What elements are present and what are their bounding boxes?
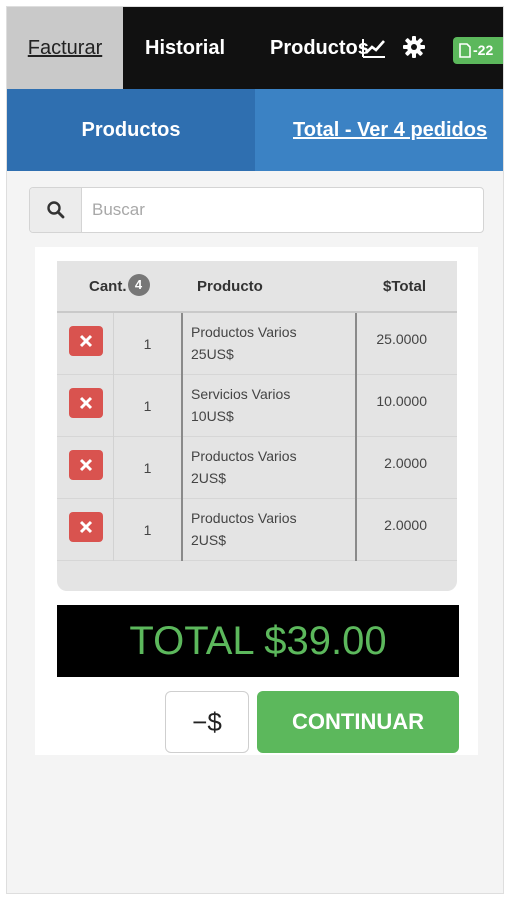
product-name: Servicios Varios: [191, 386, 291, 402]
product-price: 2US$: [191, 470, 227, 486]
table-row: 1 Productos Varios 2US$ 2.0000: [57, 437, 457, 499]
close-icon: [79, 396, 93, 410]
close-icon: [79, 520, 93, 534]
row-total: 2.0000: [355, 437, 457, 499]
chart-line-icon[interactable]: [361, 35, 387, 61]
row-delete-cell: [57, 499, 113, 561]
search-icon: [47, 201, 65, 219]
remove-item-button[interactable]: [69, 388, 103, 418]
row-product: Productos Varios 2US$: [181, 499, 355, 561]
cart-panel: Cant. 4 Producto $Total 1 Productos Vari…: [35, 247, 478, 755]
row-delete-cell: [57, 375, 113, 437]
table-row: 1 Productos Varios 2US$ 2.0000: [57, 499, 457, 561]
product-price: 10US$: [191, 408, 234, 424]
row-product: Productos Varios 25US$: [181, 313, 355, 375]
table-row: 1 Servicios Varios 10US$ 10.0000: [57, 375, 457, 437]
row-qty[interactable]: 1: [113, 437, 181, 499]
product-price: 2US$: [191, 532, 227, 548]
row-total: 25.0000: [355, 313, 457, 375]
row-total: 10.0000: [355, 375, 457, 437]
product-name: Productos Varios: [191, 448, 297, 464]
badge-text: -22: [473, 42, 494, 58]
tab-productos[interactable]: Productos: [270, 7, 369, 89]
row-delete-cell: [57, 437, 113, 499]
row-qty[interactable]: 1: [113, 499, 181, 561]
table-header: Cant. 4 Producto $Total: [57, 261, 457, 313]
subtab-productos[interactable]: Productos: [7, 89, 255, 171]
document-icon: [459, 43, 471, 58]
orders-badge[interactable]: -22: [453, 37, 503, 64]
row-delete-cell: [57, 313, 113, 375]
column-header-product: Producto: [197, 278, 263, 295]
product-price: 25US$: [191, 346, 234, 362]
tab-facturar[interactable]: Facturar: [7, 7, 123, 89]
column-header-total: $Total: [383, 278, 427, 295]
search-input[interactable]: [92, 188, 472, 232]
row-qty[interactable]: 1: [113, 375, 181, 437]
product-name: Productos Varios: [191, 510, 297, 526]
app-frame: Facturar Historial Productos -22 Product…: [6, 6, 504, 894]
sub-navbar: Productos Total - Ver 4 pedidos: [7, 89, 503, 171]
close-icon: [79, 458, 93, 472]
row-qty[interactable]: 1: [113, 313, 181, 375]
search-bar: [29, 187, 484, 233]
row-product: Productos Varios 2US$: [181, 437, 355, 499]
remove-item-button[interactable]: [69, 326, 103, 356]
qty-header-label: Cant.: [89, 278, 127, 295]
cart-table: Cant. 4 Producto $Total 1 Productos Vari…: [57, 261, 457, 591]
remove-item-button[interactable]: [69, 450, 103, 480]
row-product: Servicios Varios 10US$: [181, 375, 355, 437]
search-addon[interactable]: [30, 188, 82, 232]
top-navbar: Facturar Historial Productos -22: [7, 7, 503, 89]
table-row: 1 Productos Varios 25US$ 25.0000: [57, 313, 457, 375]
order-total: TOTAL $39.00: [57, 605, 459, 677]
tab-historial[interactable]: Historial: [145, 7, 225, 89]
column-header-qty: Cant. 4: [89, 261, 150, 313]
item-count-badge: 4: [127, 274, 150, 296]
view-orders-link[interactable]: Total - Ver 4 pedidos: [293, 89, 487, 171]
gear-icon[interactable]: [403, 36, 425, 58]
continue-button[interactable]: CONTINUAR: [257, 691, 459, 753]
product-name: Productos Varios: [191, 324, 297, 340]
row-total: 2.0000: [355, 499, 457, 561]
discount-button[interactable]: −$: [165, 691, 249, 753]
close-icon: [79, 334, 93, 348]
remove-item-button[interactable]: [69, 512, 103, 542]
